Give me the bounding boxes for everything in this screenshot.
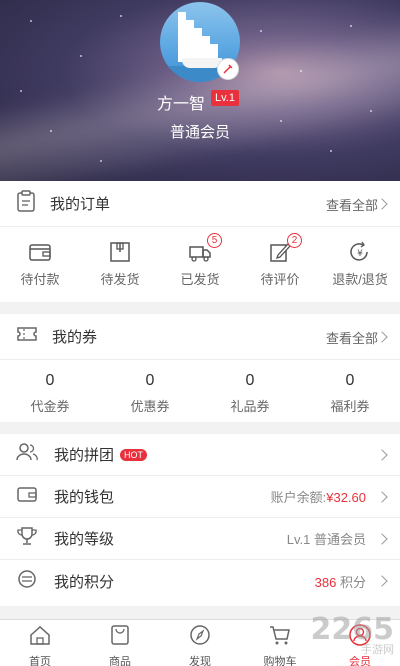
tab-member[interactable]: 会员 <box>320 620 400 666</box>
chevron-right-icon <box>376 575 388 587</box>
coupon-gift[interactable]: 0 礼品券 <box>200 372 300 415</box>
orders-header[interactable]: 我的订单 查看全部 <box>0 181 400 227</box>
svg-text:¥: ¥ <box>357 249 363 259</box>
balance-amount: ¥32.60 <box>326 490 366 505</box>
tab-label: 购物车 <box>263 656 297 666</box>
order-status-pending-review[interactable]: 2 待评价 <box>240 233 320 288</box>
group-icon <box>16 442 38 467</box>
points-row[interactable]: 我的积分 386 积分 <box>0 560 400 602</box>
tab-products[interactable]: 商品 <box>80 620 160 666</box>
orders-view-all[interactable]: 查看全部 <box>326 181 378 227</box>
compass-icon <box>188 625 212 650</box>
coupon-count: 0 <box>345 372 355 389</box>
coupon-count: 0 <box>245 372 255 389</box>
tab-label: 首页 <box>29 656 51 666</box>
coupons-card: 我的券 查看全部 0 代金券 0 优惠券 0 礼品券 0 福利券 <box>0 314 400 422</box>
member-menu-list: 我的拼团 HOT 我的钱包 账户余额:¥32.60 我的等级 Lv.1 普通会员… <box>0 434 400 606</box>
user-icon <box>348 624 372 650</box>
shipped-count-badge: 5 <box>207 233 222 248</box>
coupon-welfare[interactable]: 0 福利券 <box>300 372 400 415</box>
wallet-icon <box>16 485 38 508</box>
orders-card: 我的订单 查看全部 待付款 待发货 5 已发货 2 待评价 ¥ 退款/退货 <box>0 181 400 302</box>
group-buy-title: 我的拼团 <box>54 447 115 464</box>
wallet-title: 我的钱包 <box>54 489 115 506</box>
cart-icon <box>268 626 292 650</box>
coupon-label: 福利券 <box>330 399 370 414</box>
coupon-discount[interactable]: 0 优惠券 <box>100 372 200 415</box>
level-badge: Lv.1 <box>211 90 239 106</box>
wallet-balance: 账户余额:¥32.60 <box>271 487 366 506</box>
coupon-grid: 0 代金券 0 优惠券 0 礼品券 0 福利券 <box>0 360 400 415</box>
order-status-pending-payment[interactable]: 待付款 <box>0 241 80 288</box>
points-unit: 积分 <box>339 574 366 590</box>
chevron-right-icon <box>376 490 388 503</box>
tab-label: 发现 <box>189 656 211 666</box>
order-status-label: 已发货 <box>180 272 220 287</box>
clipboard-icon <box>16 190 36 217</box>
edit-icon: 2 <box>268 233 302 263</box>
coupon-count: 0 <box>45 372 55 389</box>
ticket-icon <box>16 325 38 348</box>
wallet-icon <box>28 241 52 263</box>
coupons-header[interactable]: 我的券 查看全部 <box>0 314 400 360</box>
hot-tag: HOT <box>120 448 148 461</box>
bag-icon <box>108 625 132 650</box>
points-amount: 386 <box>314 574 337 590</box>
profile-header: 方一智 Lv.1 普通会员 <box>0 0 400 181</box>
coupons-view-all[interactable]: 查看全部 <box>326 314 378 360</box>
tab-label: 商品 <box>109 656 131 666</box>
chevron-right-icon <box>376 532 388 545</box>
order-status-grid: 待付款 待发货 5 已发货 2 待评价 ¥ 退款/退货 <box>0 227 400 288</box>
chevron-right-icon <box>376 330 388 343</box>
coupon-count: 0 <box>145 372 155 389</box>
chevron-right-icon <box>376 448 388 461</box>
level-value: Lv.1 普通会员 <box>286 532 366 547</box>
order-status-shipped[interactable]: 5 已发货 <box>160 233 240 288</box>
order-status-label: 待评价 <box>260 272 300 287</box>
wallet-row[interactable]: 我的钱包 账户余额:¥32.60 <box>0 476 400 518</box>
tab-cart[interactable]: 购物车 <box>240 620 320 666</box>
package-icon <box>108 241 132 263</box>
chevron-right-icon <box>376 197 388 210</box>
truck-icon: 5 <box>188 233 222 263</box>
points-title: 我的积分 <box>54 573 115 591</box>
edit-profile-icon[interactable] <box>217 58 239 80</box>
trophy-icon <box>16 526 38 551</box>
coupons-title: 我的券 <box>52 329 98 346</box>
username: 方一智 <box>157 96 206 113</box>
review-count-badge: 2 <box>287 233 302 248</box>
refund-icon: ¥ <box>348 241 372 263</box>
coupon-cash[interactable]: 0 代金券 <box>0 372 100 415</box>
tab-home[interactable]: 首页 <box>0 620 80 666</box>
home-icon <box>28 625 52 650</box>
order-status-pending-shipment[interactable]: 待发货 <box>80 241 160 288</box>
group-buy-row[interactable]: 我的拼团 HOT <box>0 434 400 476</box>
order-status-label: 待发货 <box>100 272 140 287</box>
tab-discover[interactable]: 发现 <box>160 620 240 666</box>
coupon-label: 优惠券 <box>130 399 170 414</box>
order-status-label: 退款/退货 <box>332 272 388 287</box>
coupon-label: 礼品券 <box>230 399 270 414</box>
tab-label: 会员 <box>349 656 371 666</box>
level-title: 我的等级 <box>54 531 115 548</box>
balance-label: 账户余额: <box>270 490 327 505</box>
coins-icon <box>16 569 38 594</box>
orders-title: 我的订单 <box>50 196 111 213</box>
coupon-label: 代金券 <box>30 399 70 414</box>
order-status-label: 待付款 <box>20 272 60 287</box>
points-value: 386 积分 <box>315 572 366 591</box>
level-row[interactable]: 我的等级 Lv.1 普通会员 <box>0 518 400 560</box>
bottom-tab-bar: 首页 商品 发现 购物车 会员 <box>0 619 400 666</box>
member-type: 普通会员 <box>169 124 230 141</box>
order-status-refund[interactable]: ¥ 退款/退货 <box>320 241 400 288</box>
